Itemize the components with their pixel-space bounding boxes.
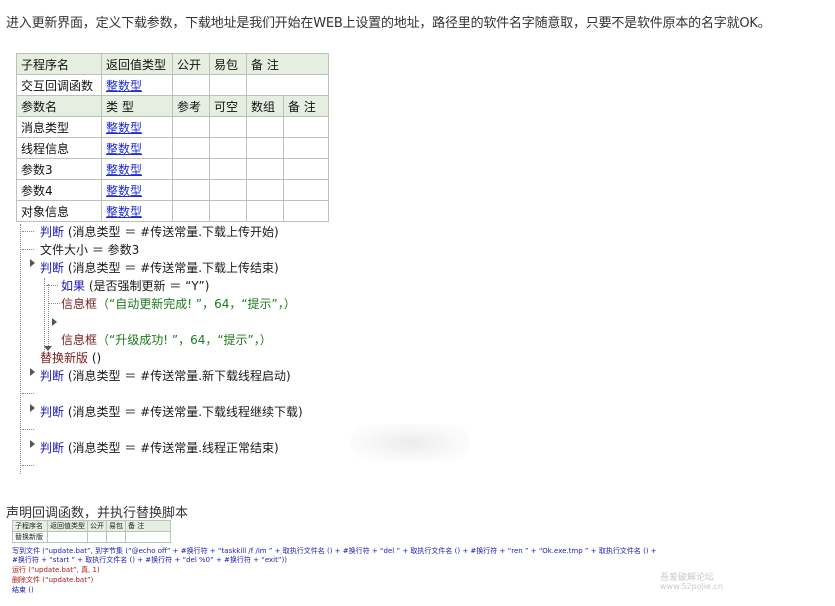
code-line-judge-continue: 判断 (消息类型 ＝ #传送常量.下载线程继续下载) [40,405,303,419]
expand-arrow-icon[interactable] [30,259,35,267]
tree-line [48,284,49,350]
param-name: 对象信息 [16,200,102,222]
expand-arrow-icon[interactable] [30,404,35,412]
param-name: 消息类型 [16,116,102,138]
intro-text: 进入更新界面，定义下载参数，下载地址是我们开始在WEB上设置的地址，路径里的软件… [6,16,771,31]
col-nullable: 可空 [209,95,247,117]
param-name: 线程信息 [16,137,102,159]
watermark-blur [350,424,470,462]
col-easy-pkg: 易包 [106,520,126,532]
tree-branch [22,231,34,232]
table-row: 参数3 整数型 [16,158,329,180]
code-line-msgbox2: 信息框（“升级成功! ”，64，“提示”，） [61,333,272,347]
script-line-end: 结束 () [12,586,34,594]
table-header-row: 子程序名 返回值类型 公开 易包 备 注 [12,520,171,532]
col-notes: 备 注 [246,53,329,75]
tree-branch [22,249,34,250]
subroutine-table: 子程序名 返回值类型 公开 易包 备 注 交互回调函数 整数型 参数名 类 型 … [16,53,329,222]
table-row: 参数4 整数型 [16,179,329,201]
col-public: 公开 [172,53,210,75]
col-sub-name: 子程序名 [16,53,102,75]
expand-arrow-icon[interactable] [30,440,35,448]
expand-arrow-icon[interactable] [30,368,35,376]
param-name: 参数3 [16,158,102,180]
param-type-link[interactable]: 整数型 [101,116,173,138]
code-line-if: 如果 (是否强制更新 ＝ “Y”) [61,279,210,293]
tree-branch [22,429,34,430]
code-line-filesize: 文件大小 ＝ 参数3 [40,243,140,257]
param-type-link[interactable]: 整数型 [101,200,173,222]
col-array: 数组 [246,95,284,117]
table-row: 消息类型 整数型 [16,116,329,138]
col-public: 公开 [87,520,107,532]
code-line-judge-start: 判断 (消息类型 ＝ #传送常量.下载上传开始) [40,225,279,239]
watermark-url: www.52pojie.cn [660,582,723,591]
table-row: 交互回调函数 整数型 [16,74,329,96]
col-param-name: 参数名 [16,95,102,117]
col-return-type: 返回值类型 [47,520,88,532]
col-notes2: 备 注 [283,95,329,117]
tree-line [20,224,21,474]
code-line-judge-new-thread: 判断 (消息类型 ＝ #传送常量.新下载线程启动) [40,369,291,383]
return-type-link[interactable]: 整数型 [101,74,173,96]
script-line-delete: 删除文件 (“update.bat”) [12,576,94,584]
script-line-write-cont: #换行符 + “start ” + 取执行文件名 () + #换行符 + “de… [12,556,287,564]
param-type-link[interactable]: 整数型 [101,179,173,201]
expand-arrow-icon[interactable] [52,318,57,326]
col-ref: 参考 [172,95,210,117]
col-type: 类 型 [101,95,173,117]
param-type-link[interactable]: 整数型 [101,158,173,180]
code-line-msgbox1: 信息框（“自动更新完成! ”，64，“提示”，） [61,297,296,311]
table-row: 替换新版 [12,531,171,543]
tree-branch [22,465,34,466]
tree-branch [22,393,34,394]
tree-branch [48,303,60,304]
col-notes: 备 注 [125,520,171,532]
sub-name: 交互回调函数 [16,74,102,96]
code-line-judge-end: 判断 (消息类型 ＝ #传送常量.下载上传结束) [40,261,279,275]
col-return-type: 返回值类型 [101,53,173,75]
mini-subroutine-table: 子程序名 返回值类型 公开 易包 备 注 替换新版 [12,520,171,543]
code-line-judge-thread-end: 判断 (消息类型 ＝ #传送常量.线程正常结束) [40,441,279,455]
sub-name: 替换新版 [12,531,48,543]
code-line-replace: 替换新版 () [40,351,102,365]
table-row: 对象信息 整数型 [16,200,329,222]
col-sub-name: 子程序名 [12,520,48,532]
table-row: 线程信息 整数型 [16,137,329,159]
tree-branch [46,285,58,286]
section-heading: 声明回调函数，并执行替换脚本 [6,506,189,521]
param-header-row: 参数名 类 型 参考 可空 数组 备 注 [16,95,329,117]
script-line-run: 运行 (“update.bat”, 真, 1) [12,566,100,574]
col-easy-pkg: 易包 [209,53,247,75]
param-type-link[interactable]: 整数型 [101,137,173,159]
param-name: 参数4 [16,179,102,201]
table-header-row: 子程序名 返回值类型 公开 易包 备 注 [16,53,329,75]
